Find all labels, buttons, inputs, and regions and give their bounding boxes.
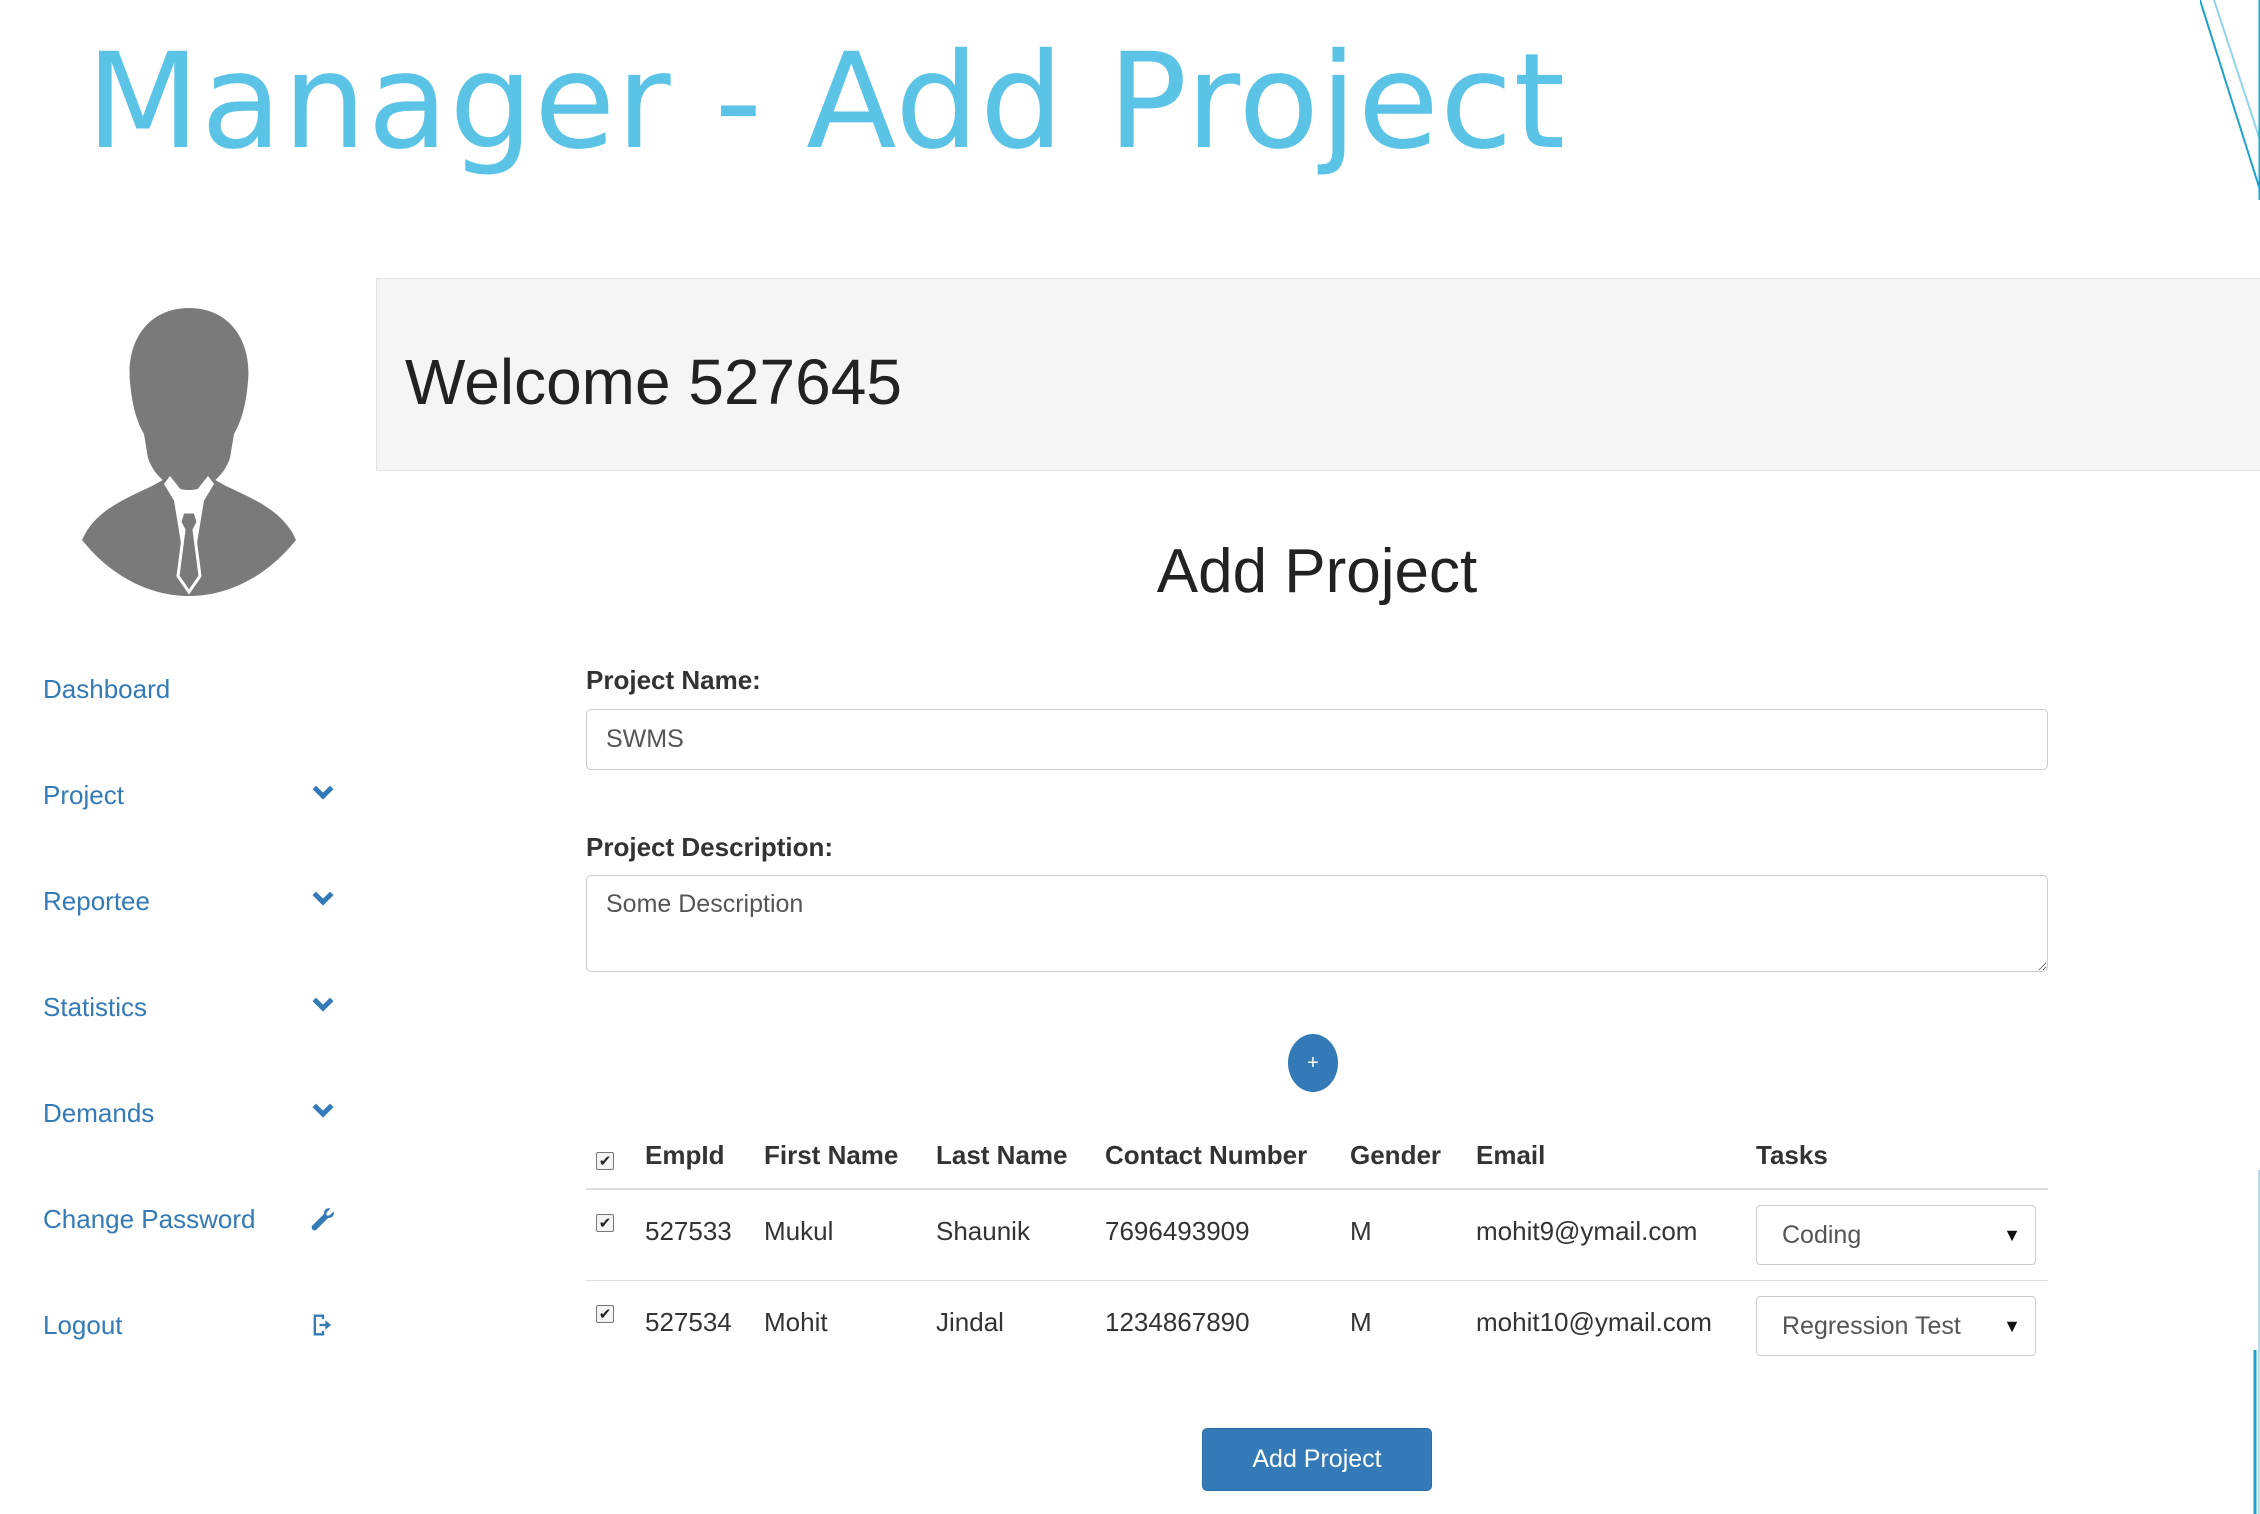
sidebar-item-logout[interactable]: Logout xyxy=(43,1272,343,1378)
column-header-tasks: Tasks xyxy=(1756,1140,1828,1170)
avatar-tie xyxy=(176,510,202,595)
logout-icon[interactable] xyxy=(303,1305,343,1345)
cell-empid: 527533 xyxy=(645,1216,732,1246)
project-description-textarea[interactable]: Some Description xyxy=(586,875,2048,972)
table-row: ✔ 527533 Mukul Shaunik 7696493909 M mohi… xyxy=(586,1190,2048,1281)
employee-table: ✔ EmpId First Name Last Name Contact Num… xyxy=(586,1120,2048,1372)
sidebar-item-label: Reportee xyxy=(43,885,150,916)
cell-email: mohit10@ymail.com xyxy=(1476,1307,1712,1337)
column-header-last-name: Last Name xyxy=(936,1140,1068,1170)
column-header-gender: Gender xyxy=(1350,1140,1442,1170)
sidebar-item-label: Dashboard xyxy=(43,673,171,704)
cell-last-name: Shaunik xyxy=(936,1216,1030,1246)
chevron-down-icon[interactable] xyxy=(303,775,343,815)
column-header-contact-number: Contact Number xyxy=(1105,1140,1308,1170)
sidebar-item-label: Change Password xyxy=(43,1203,256,1234)
cell-last-name: Jindal xyxy=(936,1307,1004,1337)
sidebar-item-label: Statistics xyxy=(43,991,148,1022)
sidebar-item-statistics[interactable]: Statistics xyxy=(43,954,343,1060)
project-name-label: Project Name: xyxy=(586,665,761,695)
sidebar-item-project[interactable]: Project xyxy=(43,742,343,848)
select-all-checkbox[interactable]: ✔ xyxy=(596,1152,614,1170)
column-header-empid: EmpId xyxy=(645,1140,725,1170)
decorative-corner-lines xyxy=(2200,0,2260,200)
wrench-icon[interactable] xyxy=(303,1199,343,1239)
project-name-input[interactable] xyxy=(586,709,2048,770)
caret-down-icon: ▼ xyxy=(2003,1315,2021,1336)
cell-contact-number: 7696493909 xyxy=(1105,1216,1250,1246)
table-header-row: ✔ EmpId First Name Last Name Contact Num… xyxy=(586,1120,2048,1190)
cell-first-name: Mukul xyxy=(764,1216,834,1246)
welcome-banner: Welcome 527645 xyxy=(376,278,2260,471)
cell-contact-number: 1234867890 xyxy=(1105,1307,1250,1337)
task-select[interactable]: Coding ▼ xyxy=(1756,1205,2036,1265)
sidebar-item-dashboard[interactable]: Dashboard xyxy=(43,636,343,742)
slide-title: Manager - Add Project xyxy=(86,25,1567,179)
form-heading: Add Project xyxy=(1156,537,1478,606)
sidebar-item-label: Project xyxy=(43,779,124,810)
cell-empid: 527534 xyxy=(645,1307,732,1337)
sidebar-item-change-password[interactable]: Change Password xyxy=(43,1166,343,1272)
decorative-edge-lines xyxy=(2253,1170,2260,1514)
chevron-down-icon[interactable] xyxy=(303,1093,343,1133)
add-project-button[interactable]: Add Project xyxy=(1202,1428,1432,1491)
avatar-head xyxy=(129,308,249,490)
sidebar-item-demands[interactable]: Demands xyxy=(43,1060,343,1166)
sidebar-item-label: Logout xyxy=(43,1309,123,1340)
chevron-down-icon[interactable] xyxy=(303,881,343,921)
table-row: ✔ 527534 Mohit Jindal 1234867890 M mohit… xyxy=(586,1281,2048,1372)
task-select[interactable]: Regression Test ▼ xyxy=(1756,1296,2036,1356)
row-checkbox[interactable]: ✔ xyxy=(596,1214,614,1232)
welcome-text: Welcome 527645 xyxy=(405,346,902,418)
task-select-value: Coding xyxy=(1782,1220,1862,1249)
cell-email: mohit9@ymail.com xyxy=(1476,1216,1698,1246)
row-checkbox[interactable]: ✔ xyxy=(596,1305,614,1323)
cell-first-name: Mohit xyxy=(764,1307,828,1337)
add-employee-row-button[interactable]: + xyxy=(1288,1034,1338,1092)
project-description-label: Project Description: xyxy=(586,832,834,862)
cell-gender: M xyxy=(1350,1307,1372,1337)
sidebar-item-reportee[interactable]: Reportee xyxy=(43,848,343,954)
task-select-value: Regression Test xyxy=(1782,1311,1961,1340)
cell-gender: M xyxy=(1350,1216,1372,1246)
caret-down-icon: ▼ xyxy=(2003,1224,2021,1245)
column-header-email: Email xyxy=(1476,1140,1546,1170)
chevron-down-icon[interactable] xyxy=(303,987,343,1027)
avatar xyxy=(82,308,296,596)
column-header-first-name: First Name xyxy=(764,1140,899,1170)
sidebar-nav: Dashboard Project Reportee Statistics De… xyxy=(43,636,343,1378)
sidebar-item-label: Demands xyxy=(43,1097,155,1128)
